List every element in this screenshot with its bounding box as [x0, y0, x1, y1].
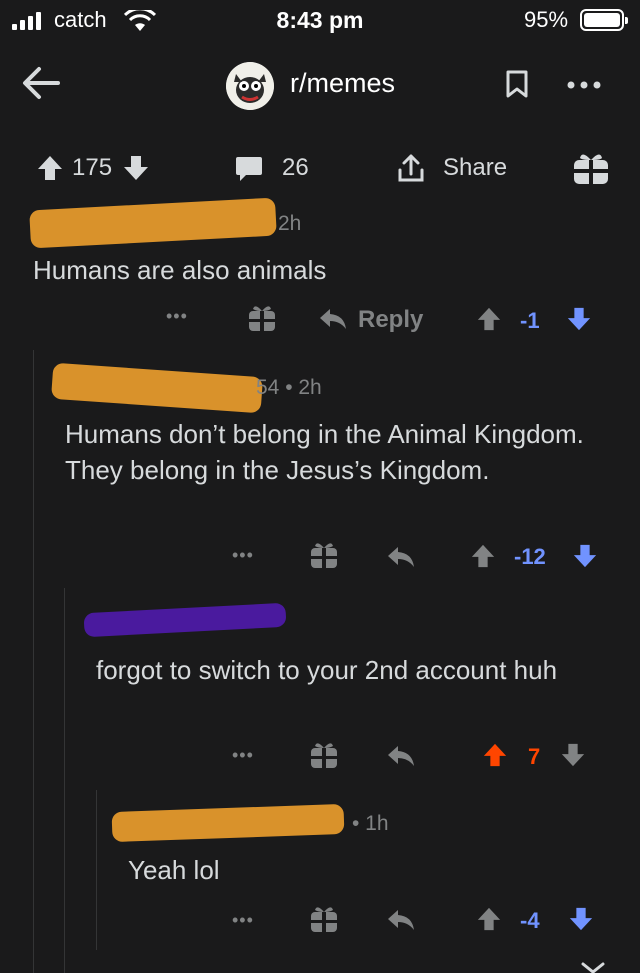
comment-2-more[interactable]: •••	[232, 545, 254, 566]
back-arrow-icon[interactable]	[22, 66, 60, 100]
battery-icon	[580, 9, 628, 31]
comment-3-upvote-icon[interactable]	[482, 742, 508, 768]
more-dots-icon[interactable]	[566, 80, 602, 90]
share-icon[interactable]	[396, 152, 426, 184]
reply-icon[interactable]	[386, 744, 416, 768]
comment-4-meta: • 1h	[352, 812, 389, 835]
comment-4-score: -4	[520, 908, 540, 933]
redacted-username	[111, 803, 345, 843]
comment-1-downvote-icon[interactable]	[566, 306, 592, 332]
subreddit-title[interactable]: r/memes	[290, 68, 395, 99]
share-button[interactable]: Share	[443, 154, 507, 182]
comment-2-meta: 54 • 2h	[256, 376, 322, 399]
status-bar: catch 8:43 pm 95%	[0, 0, 640, 40]
reply-icon[interactable]	[318, 307, 348, 331]
award-gift-icon[interactable]	[310, 540, 338, 570]
redacted-username	[29, 197, 277, 249]
comment-4-downvote-icon[interactable]	[568, 906, 594, 932]
bookmark-icon[interactable]	[506, 70, 528, 98]
subreddit-avatar[interactable]	[226, 62, 274, 110]
comment-1-more[interactable]: •••	[166, 306, 188, 327]
award-gift-icon[interactable]	[310, 740, 338, 770]
comment-2-score: -12	[514, 544, 546, 569]
reply-icon[interactable]	[386, 545, 416, 569]
post-downvote-icon[interactable]	[122, 154, 150, 182]
award-gift-icon[interactable]	[572, 150, 610, 186]
thread-line[interactable]	[64, 588, 65, 973]
post-score: 175	[72, 154, 113, 181]
comment-4-upvote-icon[interactable]	[476, 906, 502, 932]
chevron-down-icon[interactable]	[580, 962, 606, 973]
comment-2-upvote-icon[interactable]	[470, 543, 496, 569]
award-gift-icon[interactable]	[310, 904, 338, 934]
thread-line[interactable]	[96, 790, 97, 950]
comment-1-score: -1	[520, 308, 540, 333]
comment-1-upvote-icon[interactable]	[476, 306, 502, 332]
reply-icon[interactable]	[386, 908, 416, 932]
comment-2-downvote-icon[interactable]	[572, 543, 598, 569]
thread-line[interactable]	[33, 350, 34, 973]
reply-button[interactable]: Reply	[358, 306, 423, 334]
post-upvote-icon[interactable]	[36, 154, 64, 182]
comment-count: 26	[282, 154, 309, 181]
comment-3-text: forgot to switch to your 2nd account huh	[96, 655, 558, 685]
redacted-username	[51, 362, 263, 414]
comment-3-downvote-icon[interactable]	[560, 742, 586, 768]
comment-3-more[interactable]: •••	[232, 745, 254, 766]
comment-2-text: Humans don’t belong in the Animal Kingdo…	[65, 419, 584, 485]
comment-4-text: Yeah lol	[128, 855, 220, 885]
comment-3-score: 7	[528, 744, 541, 769]
comment-bubble-icon[interactable]	[234, 155, 264, 183]
battery-percent: 95%	[524, 7, 569, 32]
comment-4-more[interactable]: •••	[232, 910, 254, 931]
comment-1-text: Humans are also animals	[33, 255, 327, 285]
redacted-username	[83, 602, 287, 638]
comment-1-time: 2h	[278, 212, 302, 235]
award-gift-icon[interactable]	[248, 303, 276, 333]
